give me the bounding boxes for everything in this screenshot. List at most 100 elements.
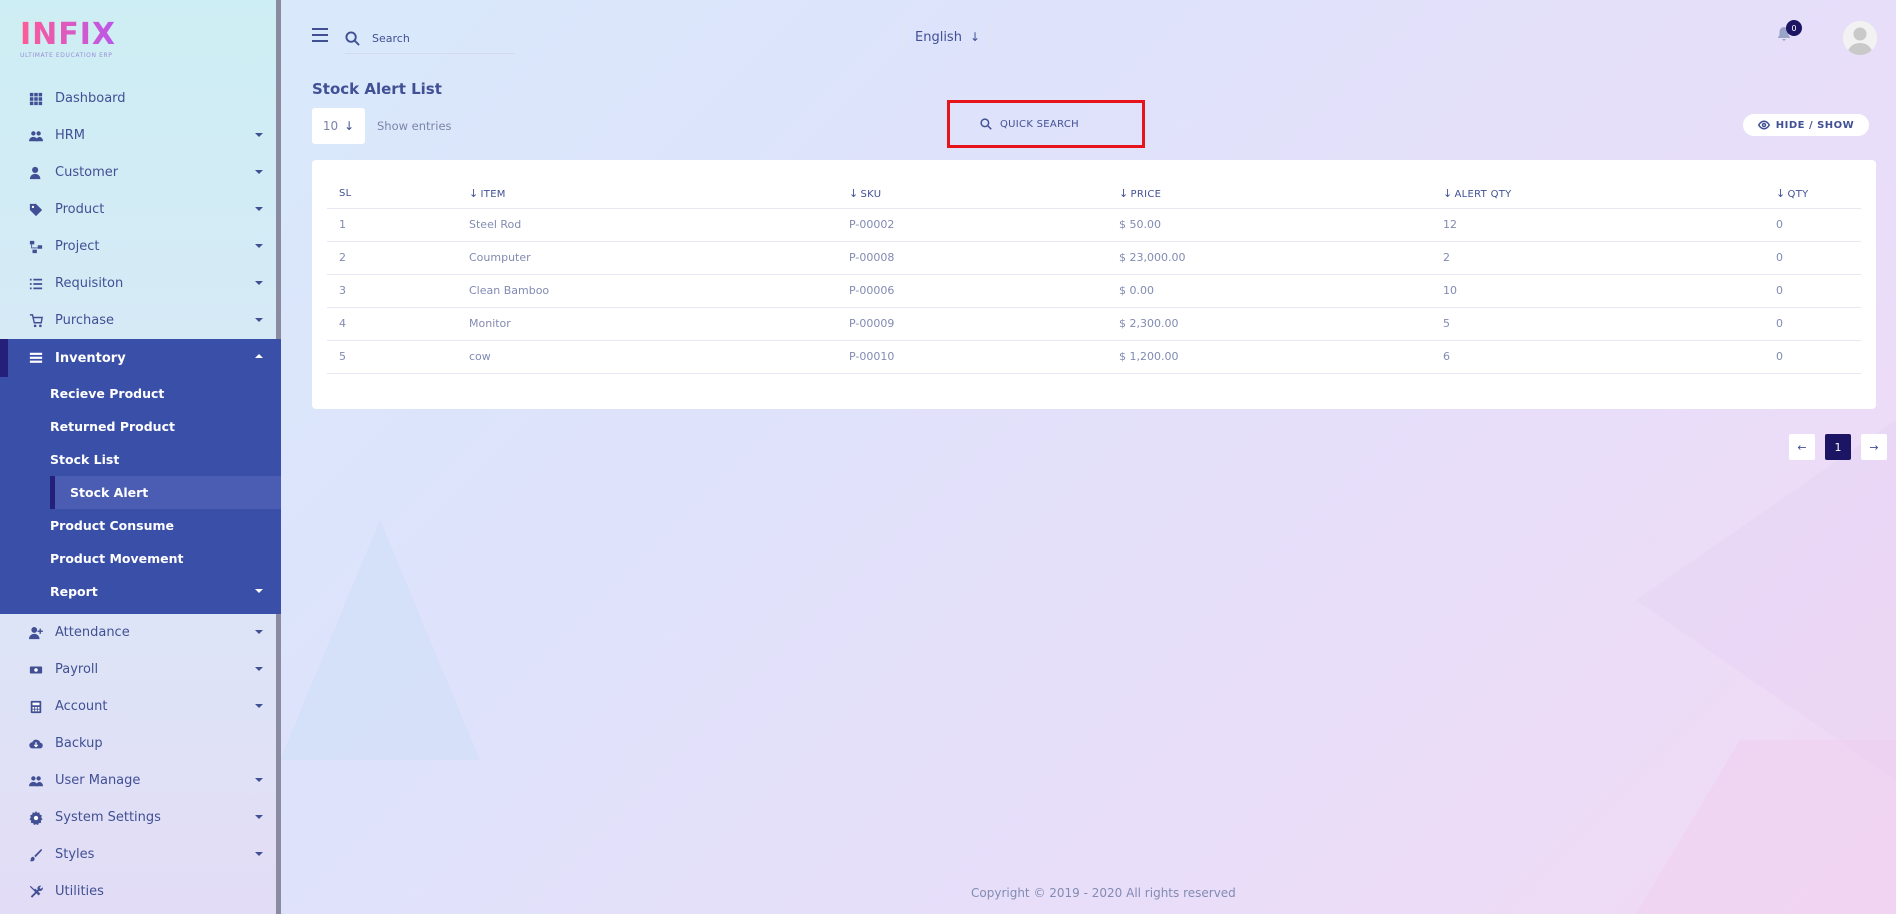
page-title: Stock Alert List: [312, 80, 442, 98]
empty-cell: [327, 373, 1861, 403]
table-row: 2 Coumputer P-00008 $ 23,000.00 2 0: [327, 241, 1861, 275]
sidebar-item-utilities[interactable]: Utilities: [0, 873, 281, 910]
sidebar-item-label: Project: [55, 239, 100, 254]
calculator-icon: [28, 699, 43, 714]
sidebar-item-label: Inventory: [55, 350, 126, 366]
money-icon: [28, 662, 43, 677]
cell-sku: P-00006: [837, 274, 1107, 308]
language-select[interactable]: English ↓: [904, 22, 992, 52]
cell-alert-qty: 6: [1431, 340, 1764, 374]
sidebar-item-project[interactable]: Project: [0, 228, 281, 265]
pagination: ← 1 →: [1779, 434, 1887, 460]
submenu-item-label: Product Consume: [50, 518, 174, 533]
quick-search[interactable]: [947, 100, 1145, 148]
quick-search-input[interactable]: [1000, 118, 1130, 130]
cell-price: $ 2,300.00: [1107, 307, 1431, 341]
column-header-qty[interactable]: ↓ QTY: [1764, 180, 1861, 209]
tags-icon: [28, 202, 43, 217]
project-icon: [28, 239, 43, 254]
cart-icon: [28, 313, 43, 328]
table-spacer-row: [327, 373, 1861, 403]
logo[interactable]: INFIX ULTIMATE EDUCATION ERP: [20, 18, 130, 62]
search-input[interactable]: [372, 32, 502, 45]
sidebar-item-customer[interactable]: Customer: [0, 154, 281, 191]
column-header-price[interactable]: ↓ PRICE: [1107, 180, 1431, 209]
submenu-item-report[interactable]: Report: [0, 575, 281, 608]
sidebar-item-requisiton[interactable]: Requisiton: [0, 265, 281, 302]
submenu-item-product-consume[interactable]: Product Consume: [0, 509, 281, 542]
sidebar-item-label: Customer: [55, 165, 119, 180]
cloud-icon: [28, 736, 43, 751]
sidebar-item-system-settings[interactable]: System Settings: [0, 799, 281, 836]
sidebar-item-inventory[interactable]: Inventory: [0, 339, 281, 377]
hide-show-button[interactable]: HIDE / SHOW: [1743, 114, 1869, 136]
column-header-sku[interactable]: ↓ SKU: [837, 180, 1107, 209]
sidebar-item-dashboard[interactable]: Dashboard: [0, 80, 281, 117]
submenu-item-recieve-product[interactable]: Recieve Product: [0, 377, 281, 410]
sort-arrow-icon: ↓: [1119, 187, 1129, 201]
submenu-item-label: Product Movement: [50, 551, 184, 566]
entries-select[interactable]: 10 ↓: [312, 108, 365, 144]
cell-item: Steel Rod: [457, 208, 837, 242]
sidebar-item-user-manage[interactable]: User Manage: [0, 762, 281, 799]
gear-icon: [28, 810, 43, 825]
table-row: 4 Monitor P-00009 $ 2,300.00 5 0: [327, 307, 1861, 341]
sidebar-item-product[interactable]: Product: [0, 191, 281, 228]
submenu-item-stock-alert[interactable]: Stock Alert: [50, 476, 281, 509]
sidebar-item-label: Payroll: [55, 662, 99, 677]
dashboard-icon: [28, 91, 43, 106]
sidebar-item-account[interactable]: Account: [0, 688, 281, 725]
avatar[interactable]: [1843, 21, 1877, 55]
background-facet: [1636, 420, 1896, 780]
sidebar-item-hrm[interactable]: HRM: [0, 117, 281, 154]
cell-price: $ 0.00: [1107, 274, 1431, 308]
stock-alert-table-card: SL ↓ ITEM ↓ SKU ↓ PRICE ↓ ALERT QTY ↓ QTY 1 St…: [312, 160, 1876, 409]
submenu-item-product-movement[interactable]: Product Movement: [0, 542, 281, 575]
submenu-item-stock-list[interactable]: Stock List: [0, 443, 281, 476]
cell-alert-qty: 12: [1431, 208, 1764, 242]
brush-icon: [28, 847, 43, 862]
column-header-alert-qty[interactable]: ↓ ALERT QTY: [1431, 180, 1764, 209]
cell-item: cow: [457, 340, 837, 374]
submenu-item-label: Stock Alert: [70, 485, 149, 500]
notification-badge: 0: [1786, 20, 1802, 36]
menu-toggle-button[interactable]: [312, 28, 328, 42]
column-header-item[interactable]: ↓ ITEM: [457, 180, 837, 209]
search-icon: [345, 31, 360, 46]
sidebar-item-payroll[interactable]: Payroll: [0, 651, 281, 688]
cell-alert-qty: 2: [1431, 241, 1764, 275]
sidebar-item-label: System Settings: [55, 810, 161, 825]
caret-up-icon: [255, 354, 263, 358]
next-page-button[interactable]: →: [1861, 434, 1887, 460]
notification-button[interactable]: 0: [1776, 20, 1802, 44]
cell-qty: 0: [1764, 274, 1861, 308]
arrow-right-icon: →: [1869, 440, 1879, 454]
sort-arrow-icon: ↓: [849, 187, 859, 201]
sidebar-item-styles[interactable]: Styles: [0, 836, 281, 873]
cell-price: $ 1,200.00: [1107, 340, 1431, 374]
page-button-current[interactable]: 1: [1825, 434, 1851, 460]
cell-sl: 1: [327, 208, 457, 242]
submenu-item-label: Report: [50, 584, 98, 599]
arrow-down-icon: ↓: [344, 119, 355, 133]
caret-down-icon: [255, 589, 263, 593]
stock-alert-table: SL ↓ ITEM ↓ SKU ↓ PRICE ↓ ALERT QTY ↓ QTY 1 St…: [327, 180, 1861, 403]
caret-down-icon: [255, 630, 263, 634]
sidebar-item-backup[interactable]: Backup: [0, 725, 281, 762]
sidebar-item-purchase[interactable]: Purchase: [0, 302, 281, 339]
user-icon: [28, 165, 43, 180]
cell-sku: P-00002: [837, 208, 1107, 242]
users-icon: [28, 773, 43, 788]
sidebar-item-attendance[interactable]: Attendance: [0, 614, 281, 651]
column-header-sl[interactable]: SL: [327, 180, 457, 209]
sidebar-item-label: Utilities: [55, 884, 104, 899]
tools-icon: [28, 884, 43, 899]
prev-page-button[interactable]: ←: [1789, 434, 1815, 460]
cell-sl: 2: [327, 241, 457, 275]
sidebar-item-label: Requisiton: [55, 276, 124, 291]
logo-subtitle: ULTIMATE EDUCATION ERP: [20, 52, 113, 59]
cell-sku: P-00010: [837, 340, 1107, 374]
cell-price: $ 23,000.00: [1107, 241, 1431, 275]
submenu-item-returned-product[interactable]: Returned Product: [0, 410, 281, 443]
entries-value: 10: [322, 119, 339, 133]
